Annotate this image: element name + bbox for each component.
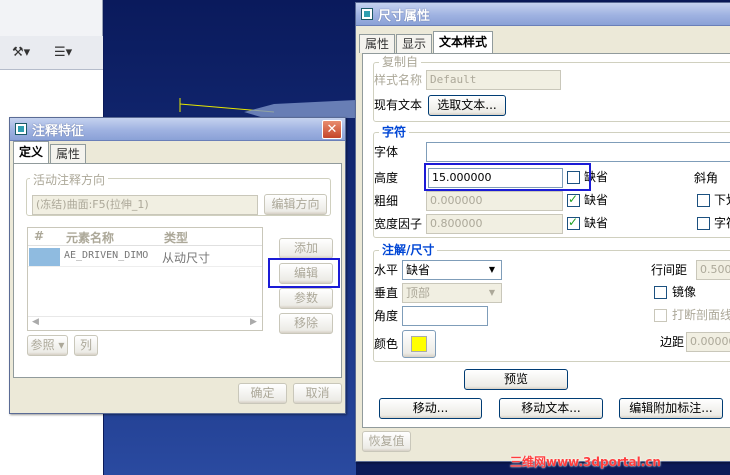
mirror-label: 镜像 — [672, 285, 697, 299]
mirror-checkbox[interactable] — [654, 286, 667, 299]
color-picker-button[interactable] — [402, 330, 436, 358]
column-button[interactable]: 列 — [74, 335, 98, 356]
cancel-button[interactable]: 取消 — [293, 383, 342, 404]
active-direction-title: 活动注释方向 — [30, 173, 109, 187]
note-dimension-title: 注解/尺寸 — [379, 243, 438, 257]
select-text-button[interactable]: 选取文本... — [428, 95, 506, 116]
edit-direction-button[interactable]: 编辑方向 — [264, 194, 327, 215]
break-hatch-label: 打断剖面线 — [672, 308, 730, 322]
ok-button[interactable]: 确定 — [238, 383, 287, 404]
params-button[interactable]: 参数 — [279, 288, 333, 309]
font-label: 字体 — [374, 145, 399, 159]
move-button[interactable]: 移动... — [379, 398, 482, 419]
character-title: 字符 — [379, 125, 410, 139]
scroll-left-icon[interactable]: ◀ — [32, 317, 39, 327]
font-field[interactable] — [426, 142, 730, 162]
list-menu-icon[interactable]: ☰▾ — [54, 42, 72, 64]
margin-label: 边距 — [660, 335, 685, 349]
width-factor-default-checkbox[interactable] — [567, 215, 580, 230]
vertical-select[interactable]: 顶部 ▼ — [402, 283, 502, 303]
color-label: 颜色 — [374, 337, 399, 351]
angle-label: 角度 — [374, 309, 399, 323]
reference-button-label: 参照 — [30, 338, 55, 352]
height-label: 高度 — [374, 171, 399, 185]
height-highlight-box — [424, 163, 591, 191]
kerning-label: 字符 — [714, 216, 730, 230]
dim-dialog-titlebar[interactable]: 尺寸属性 — [356, 3, 730, 26]
break-hatch-checkbox[interactable] — [654, 309, 667, 322]
width-factor-field[interactable]: 0.800000 — [426, 214, 563, 234]
close-icon[interactable]: ✕ — [322, 120, 342, 139]
margin-field[interactable]: 0.00000 — [686, 332, 730, 352]
chevron-down-icon: ▼ — [488, 288, 496, 297]
thickness-label: 粗细 — [374, 194, 399, 208]
annotation-feature-dialog: 注释特征 ✕ 定义 属性 活动注释方向 (冻结)曲面:F5(拉伸_1) 编辑方向… — [9, 117, 346, 414]
row-selected-cell — [29, 248, 60, 266]
hammer-tools-icon[interactable]: ⚒▾ — [12, 42, 30, 64]
element-table: # 元素名称 类型 AE_DRIVEN_DIMO 从动尺寸 ◀ ▶ — [27, 227, 263, 331]
col-header-num: # — [34, 229, 45, 243]
thickness-default-checkbox[interactable] — [567, 192, 580, 207]
table-header: # 元素名称 类型 — [28, 228, 262, 246]
direction-field[interactable]: (冻结)曲面:F5(拉伸_1) — [32, 195, 258, 215]
underline-checkbox[interactable] — [697, 194, 710, 207]
tab-text-style[interactable]: 文本样式 — [433, 31, 494, 53]
move-text-button[interactable]: 移动文本... — [499, 398, 603, 419]
horizontal-select-value: 缺省 — [406, 263, 431, 277]
line-spacing-field[interactable]: 0.5000 — [696, 260, 730, 280]
thickness-field[interactable]: 0.000000 — [426, 191, 563, 211]
tab-display[interactable]: 显示 — [396, 34, 433, 53]
color-swatch — [411, 336, 427, 352]
reference-button[interactable]: 参照 ▾ — [27, 335, 68, 356]
angle-field[interactable] — [402, 306, 488, 326]
dimension-properties-dialog: 尺寸属性 属性 显示 文本样式 复制自 样式名称 Default 现有文本 选取… — [355, 2, 730, 462]
dialog-app-icon — [361, 8, 373, 20]
annotation-dialog-titlebar[interactable]: 注释特征 ✕ — [10, 118, 345, 141]
table-row[interactable]: AE_DRIVEN_DIMO 从动尺寸 — [28, 247, 262, 267]
horizontal-select[interactable]: 缺省 ▼ — [402, 260, 502, 280]
copy-from-title: 复制自 — [379, 55, 422, 69]
width-factor-label: 宽度因子 — [374, 217, 423, 231]
kerning-checkbox[interactable] — [697, 217, 710, 230]
col-header-name: 元素名称 — [66, 231, 115, 245]
annotation-tabs: 定义 属性 — [10, 141, 345, 163]
width-factor-default-label: 缺省 — [584, 216, 609, 230]
underline-label: 下划 — [714, 193, 730, 207]
col-header-type: 类型 — [164, 231, 189, 245]
vertical-select-value: 顶部 — [406, 286, 431, 300]
tab-definition[interactable]: 定义 — [13, 141, 50, 163]
restore-values-button[interactable]: 恢复值 — [362, 431, 411, 452]
scroll-right-icon[interactable]: ▶ — [250, 317, 257, 327]
chevron-down-icon: ▼ — [488, 265, 496, 274]
edit-highlight-box — [268, 258, 340, 288]
text-style-panel: 复制自 样式名称 Default 现有文本 选取文本... 字符 字体 高度 1… — [362, 53, 730, 428]
style-name-label: 样式名称 — [374, 73, 423, 87]
existing-text-label: 现有文本 — [374, 98, 423, 112]
watermark-text: 三维网www.3dportal.cn — [510, 455, 661, 469]
tab-properties[interactable]: 属性 — [359, 34, 396, 53]
row-element-type: 从动尺寸 — [162, 251, 211, 265]
row-element-name: AE_DRIVEN_DIMO — [64, 250, 149, 261]
vertical-label: 垂直 — [374, 286, 399, 300]
slant-label: 斜角 — [694, 171, 719, 185]
dim-tabs: 属性 显示 文本样式 — [356, 31, 730, 53]
definition-tab-panel: 活动注释方向 (冻结)曲面:F5(拉伸_1) 编辑方向 # 元素名称 类型 AE… — [13, 163, 342, 378]
add-button[interactable]: 添加 — [279, 238, 333, 259]
dialog-app-icon — [15, 123, 27, 135]
style-name-field[interactable]: Default — [426, 70, 561, 90]
annotation-dialog-title: 注释特征 — [32, 123, 85, 139]
line-spacing-label: 行间距 — [651, 263, 688, 277]
thickness-default-label: 缺省 — [584, 193, 609, 207]
dim-dialog-title: 尺寸属性 — [378, 8, 431, 24]
edit-attach-note-button[interactable]: 编辑附加标注... — [619, 398, 723, 419]
remove-button[interactable]: 移除 — [279, 313, 333, 334]
table-hscrollbar[interactable]: ◀ ▶ — [28, 316, 262, 330]
horizontal-label: 水平 — [374, 263, 399, 277]
tab-properties[interactable]: 属性 — [50, 144, 87, 163]
background-toolbar: ⚒▾ ☰▾ — [0, 36, 103, 70]
preview-button[interactable]: 预览 — [464, 369, 568, 390]
